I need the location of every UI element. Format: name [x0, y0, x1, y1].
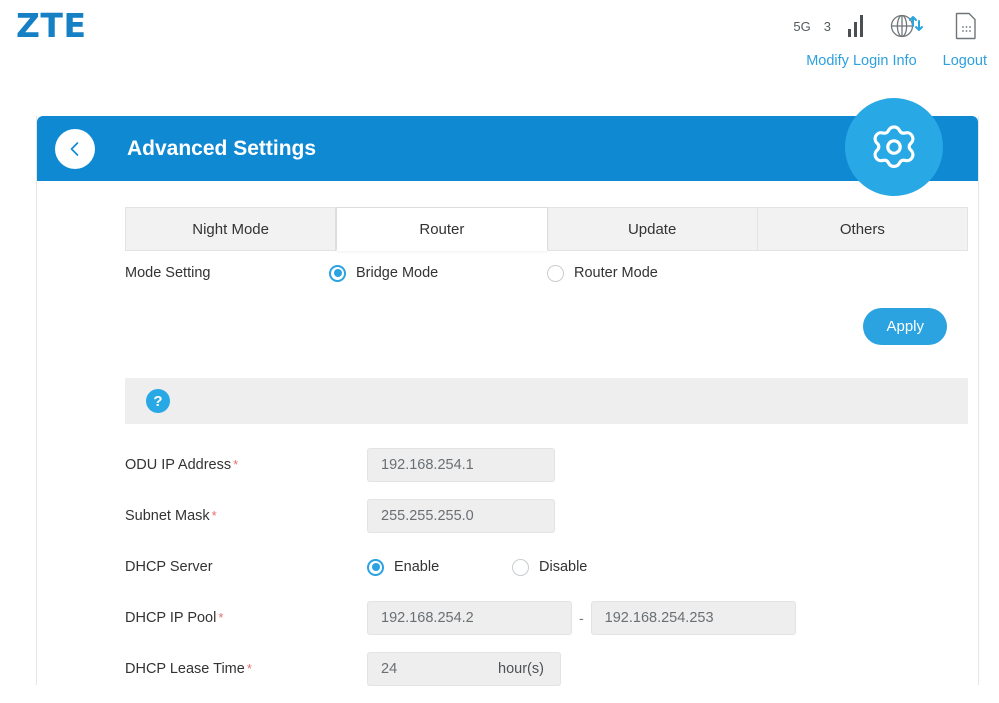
top-bar: ZTE 5G 3 Modify Login Info Logout [0, 0, 999, 92]
radio-dhcp-disable-label: Disable [539, 559, 588, 575]
dhcp-lease-row: DHCP Lease Time * 24 hour(s) [37, 652, 980, 686]
mode-setting-label: Mode Setting [125, 265, 211, 281]
signal-count-label: 3 [823, 18, 831, 34]
radio-router-mode-indicator [547, 264, 564, 282]
network-type-label: 5G [793, 18, 811, 34]
radio-router-mode-label: Router Mode [574, 265, 658, 281]
radio-dhcp-disable-indicator [512, 558, 529, 576]
radio-router-mode[interactable]: Router Mode [547, 264, 658, 282]
subnet-mask-label-text: Subnet Mask [125, 508, 210, 524]
settings-tabs: Night Mode Router Update Others [125, 207, 968, 251]
dhcp-pool-required-mark: * [218, 610, 224, 625]
radio-bridge-mode-indicator [329, 264, 346, 282]
dhcp-lease-label: DHCP Lease Time * [37, 661, 329, 677]
subnet-mask-input[interactable]: 255.255.255.0 [367, 499, 555, 533]
router-settings-form: Mode Setting Bridge Mode Router Mode App… [37, 256, 980, 703]
odu-ip-label-text: ODU IP Address [125, 457, 232, 473]
help-bar: ? [125, 378, 968, 424]
dhcp-server-row: DHCP Server Enable Disable [37, 550, 980, 584]
odu-ip-input[interactable]: 192.168.254.1 [367, 448, 555, 482]
dhcp-pool-label-text: DHCP IP Pool [125, 610, 217, 626]
apply-row: Apply [37, 308, 980, 345]
mode-setting-radio-group: Bridge Mode Router Mode [329, 264, 658, 282]
dhcp-fields: ODU IP Address * 192.168.254.1 Subnet Mas… [37, 448, 980, 686]
globe-data-icon [889, 13, 923, 39]
dhcp-server-radio-group: Enable Disable [367, 558, 588, 576]
dhcp-lease-input[interactable]: 24 [367, 652, 482, 686]
radio-dhcp-enable-indicator [367, 558, 384, 576]
zte-logo: ZTE [16, 6, 87, 45]
help-icon[interactable]: ? [146, 389, 170, 413]
tab-update[interactable]: Update [547, 207, 758, 251]
apply-button[interactable]: Apply [863, 308, 947, 345]
dhcp-pool-separator: - [579, 610, 584, 626]
dhcp-server-label: DHCP Server [125, 559, 213, 575]
mode-setting-row: Mode Setting Bridge Mode Router Mode [37, 256, 980, 290]
dhcp-lease-label-text: DHCP Lease Time [125, 661, 245, 677]
radio-dhcp-enable[interactable]: Enable [367, 558, 512, 576]
subnet-mask-required-mark: * [211, 508, 217, 523]
dhcp-pool-end-input[interactable]: 192.168.254.253 [590, 601, 796, 635]
gear-icon [873, 125, 915, 168]
tab-night-mode[interactable]: Night Mode [125, 207, 337, 251]
top-links: Modify Login Info Logout [806, 53, 987, 69]
chevron-left-icon [70, 141, 79, 156]
status-icon-cluster: 5G 3 [793, 12, 987, 40]
dhcp-lease-input-group: 24 hour(s) [367, 652, 561, 686]
radio-bridge-mode-label: Bridge Mode [356, 265, 439, 281]
logout-link[interactable]: Logout [943, 53, 987, 69]
dhcp-lease-required-mark: * [246, 661, 252, 676]
odu-ip-label: ODU IP Address * [37, 457, 329, 473]
odu-ip-required-mark: * [233, 457, 239, 472]
card-header: Advanced Settings [37, 98, 978, 196]
modify-login-info-link[interactable]: Modify Login Info [806, 53, 916, 69]
sim-card-icon [955, 12, 977, 40]
tab-router[interactable]: Router [336, 207, 548, 251]
radio-bridge-mode[interactable]: Bridge Mode [329, 264, 547, 282]
odu-ip-row: ODU IP Address * 192.168.254.1 [37, 448, 980, 482]
dhcp-lease-unit: hour(s) [482, 652, 561, 686]
tab-others-label: Others [839, 220, 885, 238]
advanced-settings-card: Advanced Settings Night Mode Router Upda… [36, 98, 979, 686]
subnet-mask-row: Subnet Mask * 255.255.255.0 [37, 499, 980, 533]
subnet-mask-label: Subnet Mask * [37, 508, 329, 524]
dhcp-pool-row: DHCP IP Pool * 192.168.254.2 - 192.168.25… [37, 601, 980, 635]
tab-others[interactable]: Others [757, 207, 968, 251]
radio-dhcp-enable-label: Enable [394, 559, 440, 575]
back-button[interactable] [55, 128, 95, 169]
signal-bars-icon [848, 15, 863, 37]
dhcp-pool-label: DHCP IP Pool * [37, 610, 329, 626]
dhcp-pool-start-input[interactable]: 192.168.254.2 [367, 601, 572, 635]
gear-button[interactable] [845, 98, 943, 196]
tab-router-label: Router [419, 220, 465, 238]
page-title: Advanced Settings [127, 136, 317, 160]
radio-dhcp-disable[interactable]: Disable [512, 558, 588, 576]
tab-night-mode-label: Night Mode [192, 220, 269, 238]
tab-update-label: Update [627, 220, 677, 238]
